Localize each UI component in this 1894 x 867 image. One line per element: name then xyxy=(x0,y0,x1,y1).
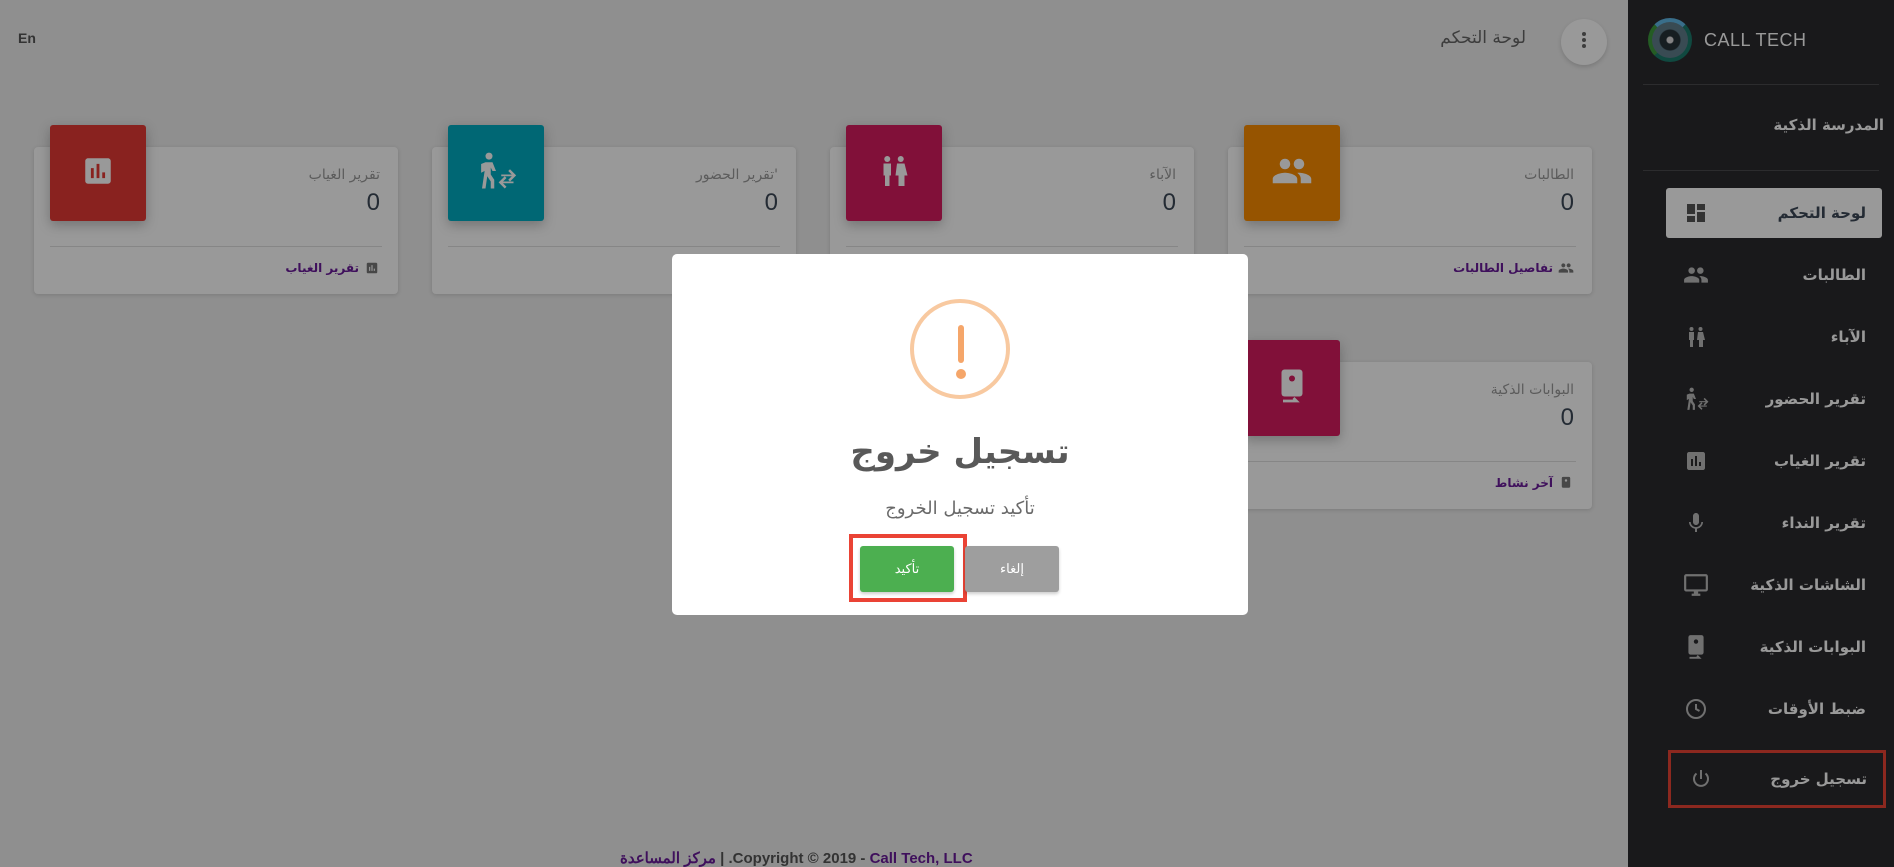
cancel-button[interactable]: إلغاء xyxy=(965,546,1059,592)
dialog-message: تأكيد تسجيل الخروج xyxy=(885,498,1035,519)
dialog-title: تسجيل خروج xyxy=(850,432,1070,472)
warning-icon xyxy=(910,299,1010,399)
confirm-button[interactable]: تأكيد xyxy=(860,546,954,592)
logout-dialog: تسجيل خروج تأكيد تسجيل الخروج تأكيد إلغا… xyxy=(672,254,1248,615)
